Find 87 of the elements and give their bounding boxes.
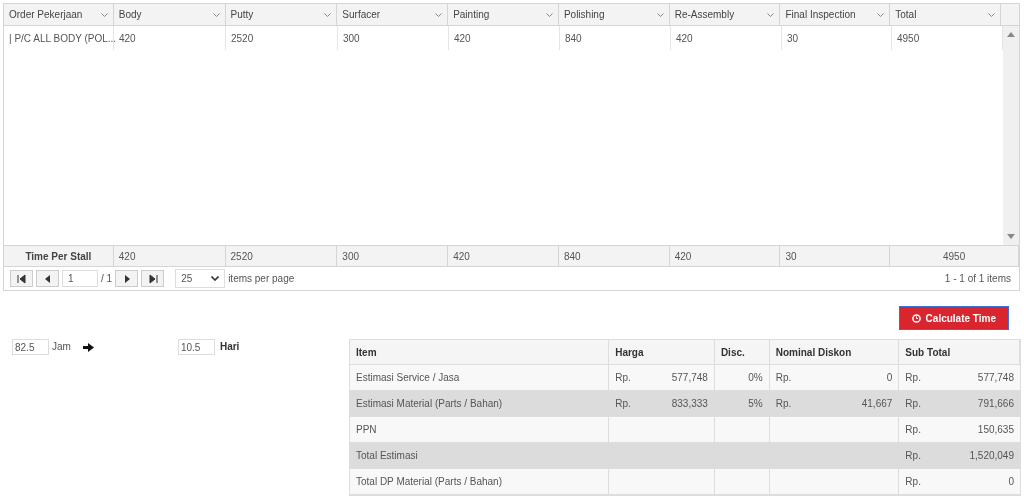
currency-label: Rp. (905, 449, 921, 463)
chevron-down-icon[interactable] (212, 12, 220, 17)
chevron-down-icon[interactable] (767, 12, 775, 17)
chevron-down-icon[interactable] (656, 12, 664, 17)
column-header: Item (350, 340, 610, 364)
table-cell: 420 (113, 246, 226, 266)
column-header[interactable]: Body (118, 7, 142, 22)
column-header: Harga (609, 340, 715, 364)
table-cell: | P/C ALL BODY (POL... (4, 26, 114, 50)
table-cell: Estimasi Service / Jasa (350, 365, 610, 390)
currency-label: Rp. (775, 371, 792, 385)
column-header[interactable]: Polishing (563, 7, 605, 22)
table-cell: 420 (669, 246, 781, 266)
unit-label: Hari (219, 340, 240, 354)
chevron-down-icon[interactable] (324, 12, 332, 17)
column-header: Nominal Diskon (769, 340, 900, 364)
column-header: Sub Total (899, 340, 1020, 364)
page-size-select[interactable]: 25 (175, 269, 226, 288)
chevron-down-icon[interactable] (435, 12, 443, 17)
previous-page-button[interactable] (36, 270, 59, 287)
table-cell: 2520 (225, 246, 338, 266)
amount-value: 577,748 (977, 371, 1014, 385)
table-cell: 4950 (890, 246, 1019, 266)
scroll-down-icon[interactable] (1007, 234, 1015, 239)
table-cell: 300 (338, 26, 449, 50)
amount-value: 1,520,049 (969, 449, 1014, 463)
amount-value: 41,667 (861, 397, 893, 411)
discount-percent: 0% (748, 371, 763, 385)
items-per-page-label: items per page (228, 272, 295, 286)
table-cell: PPN (350, 417, 610, 442)
column-header[interactable]: Total (895, 7, 917, 22)
pager-info: 1 - 1 of 1 items (944, 272, 1012, 286)
amount-value: 0 (1008, 475, 1014, 489)
currency-label: Rp. (905, 475, 921, 489)
arrow-right-icon (82, 343, 94, 352)
hours-input[interactable]: 82.5 (12, 339, 49, 355)
column-header[interactable]: Re-Assembly (674, 7, 735, 22)
first-page-icon (16, 273, 27, 284)
table-cell: Total DP Material (Parts / Bahan) (350, 469, 610, 494)
chevron-down-icon[interactable] (877, 12, 885, 17)
amount-value: 577,748 (671, 371, 708, 385)
column-header[interactable]: Painting (453, 7, 490, 22)
currency-label: Rp. (615, 371, 631, 385)
table-cell: 840 (560, 26, 671, 50)
currency-label: Rp. (615, 397, 631, 411)
last-page-icon (147, 273, 158, 284)
table-cell: 2520 (226, 26, 338, 50)
scrollbar[interactable] (1003, 26, 1019, 245)
currency-label: Rp. (905, 371, 921, 385)
column-header[interactable]: Order Pekerjaan (9, 7, 83, 22)
calculate-time-button[interactable]: Calculate Time (898, 306, 1009, 330)
column-header: Disc. (714, 340, 770, 364)
column-header[interactable]: Final Inspection (785, 7, 856, 22)
currency-label: Rp. (775, 397, 792, 411)
days-input[interactable]: 10.5 (177, 339, 215, 355)
chevron-down-icon (211, 276, 220, 281)
table-cell: 420 (448, 246, 559, 266)
page-input[interactable]: 1 (62, 270, 98, 287)
table-cell: Total Estimasi (350, 443, 900, 468)
column-header[interactable]: Putty (230, 7, 254, 22)
currency-label: Rp. (905, 397, 921, 411)
amount-value: 0 (886, 371, 893, 385)
column-header[interactable]: Surfacer (342, 7, 381, 22)
unit-label: Jam (52, 340, 71, 354)
page-count: / 1 (101, 272, 113, 286)
chevron-down-icon[interactable] (988, 12, 996, 17)
first-page-button[interactable] (10, 270, 33, 287)
table-cell: 420 (449, 26, 560, 50)
amount-value: 791,666 (977, 397, 1014, 411)
table-cell: Estimasi Material (Parts / Bahan) (350, 391, 610, 416)
amount-value: 150,635 (977, 423, 1014, 437)
table-cell: Time Per Stall (4, 246, 114, 266)
table-cell: 420 (114, 26, 226, 50)
next-page-button[interactable] (115, 270, 139, 287)
chevron-down-icon[interactable] (545, 12, 553, 17)
table-cell: 300 (337, 246, 449, 266)
last-page-button[interactable] (141, 270, 165, 287)
currency-label: Rp. (905, 423, 921, 437)
table-cell: 30 (780, 246, 891, 266)
amount-value: 833,333 (671, 397, 708, 411)
clock-icon (911, 313, 921, 323)
chevron-down-icon[interactable] (100, 12, 108, 17)
discount-percent: 5% (748, 397, 763, 411)
table-cell: 30 (782, 26, 892, 50)
table-cell: 840 (558, 246, 670, 266)
scroll-up-icon[interactable] (1007, 32, 1015, 37)
table-cell: 420 (671, 26, 782, 50)
